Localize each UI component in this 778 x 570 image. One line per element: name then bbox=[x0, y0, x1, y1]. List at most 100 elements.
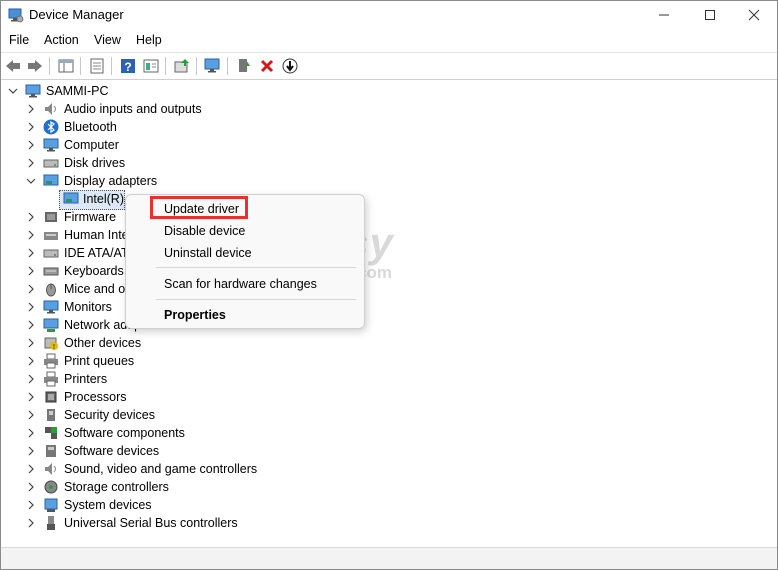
chevron-right-icon[interactable] bbox=[26, 338, 36, 348]
minimize-icon bbox=[659, 14, 669, 16]
tree-item-disk-drives[interactable]: Disk drives bbox=[1, 154, 301, 172]
tree-item-label: System devices bbox=[64, 498, 152, 512]
update-driver-button[interactable] bbox=[172, 56, 192, 76]
tree-item-label: Disk drives bbox=[64, 156, 126, 170]
back-button[interactable] bbox=[3, 56, 23, 76]
context-properties[interactable]: Properties bbox=[164, 308, 226, 322]
chevron-right-icon[interactable] bbox=[26, 518, 36, 528]
tree-item-bluetooth[interactable]: Bluetooth bbox=[1, 118, 301, 136]
menu-bar: File Action View Help bbox=[1, 29, 777, 53]
chevron-right-icon[interactable] bbox=[26, 122, 36, 132]
window-title: Device Manager bbox=[29, 7, 124, 22]
tree-item-sound-video[interactable]: Sound, video and game controllers bbox=[1, 460, 301, 478]
chevron-right-icon[interactable] bbox=[26, 320, 36, 330]
chevron-right-icon[interactable] bbox=[26, 212, 36, 222]
display-adapter-icon bbox=[63, 192, 79, 204]
tree-root[interactable]: SAMMI-PC bbox=[1, 82, 301, 100]
uninstall-button[interactable] bbox=[257, 56, 277, 76]
tree-item-usb-controllers[interactable]: Universal Serial Bus controllers bbox=[1, 514, 301, 532]
view-button[interactable] bbox=[141, 56, 161, 76]
tree-item-label: Bluetooth bbox=[64, 120, 117, 134]
chevron-right-icon[interactable] bbox=[26, 500, 36, 510]
chevron-right-icon[interactable] bbox=[26, 482, 36, 492]
context-separator bbox=[156, 267, 356, 268]
bluetooth-icon bbox=[43, 119, 59, 135]
chevron-right-icon[interactable] bbox=[26, 248, 36, 258]
toolbar-separator bbox=[80, 57, 81, 75]
chevron-right-icon[interactable] bbox=[26, 464, 36, 474]
chevron-right-icon[interactable] bbox=[26, 284, 36, 294]
chevron-down-icon[interactable] bbox=[26, 176, 36, 186]
tree-item-other-devices[interactable]: ! Other devices bbox=[1, 334, 301, 352]
uninstall-icon bbox=[260, 59, 274, 73]
chevron-right-icon[interactable] bbox=[26, 446, 36, 456]
tree-item-software-components[interactable]: Software components bbox=[1, 424, 301, 442]
context-disable-device[interactable]: Disable device bbox=[164, 224, 245, 238]
processor-icon bbox=[45, 391, 57, 403]
tree-item-storage-controllers[interactable]: Storage controllers bbox=[1, 478, 301, 496]
tree-item-label: Sound, video and game controllers bbox=[64, 462, 258, 476]
chevron-right-icon[interactable] bbox=[26, 302, 36, 312]
printer-icon bbox=[44, 371, 58, 387]
tree-item-printers[interactable]: Printers bbox=[1, 370, 301, 388]
hid-icon bbox=[44, 232, 58, 240]
menu-view[interactable]: View bbox=[94, 33, 121, 47]
close-button[interactable] bbox=[731, 1, 777, 29]
toolbar: ? bbox=[1, 53, 777, 80]
menu-action[interactable]: Action bbox=[44, 33, 79, 47]
view-icon bbox=[143, 59, 159, 73]
chevron-right-icon[interactable] bbox=[26, 230, 36, 240]
context-uninstall-device[interactable]: Uninstall device bbox=[164, 246, 252, 260]
tree-item-security[interactable]: Security devices bbox=[1, 406, 301, 424]
title-bar: Device Manager bbox=[1, 1, 777, 29]
firmware-icon bbox=[45, 212, 57, 222]
tree-item-label: Computer bbox=[64, 138, 119, 152]
chevron-right-icon[interactable] bbox=[26, 392, 36, 402]
monitor-icon bbox=[43, 300, 59, 314]
tree-item-label: Storage controllers bbox=[64, 480, 169, 494]
chevron-down-icon[interactable] bbox=[8, 86, 18, 96]
forward-button[interactable] bbox=[25, 56, 45, 76]
minimize-button[interactable] bbox=[641, 1, 687, 29]
svg-text:?: ? bbox=[124, 60, 131, 74]
chevron-right-icon[interactable] bbox=[26, 356, 36, 366]
tree-item-label: Audio inputs and outputs bbox=[64, 102, 202, 116]
enable-device-button[interactable] bbox=[234, 56, 254, 76]
tree-item-display-adapters[interactable]: Display adapters bbox=[1, 172, 301, 190]
menu-help[interactable]: Help bbox=[136, 33, 162, 47]
tree-item-print-queues[interactable]: Print queues bbox=[1, 352, 301, 370]
chevron-right-icon[interactable] bbox=[26, 158, 36, 168]
chevron-right-icon[interactable] bbox=[26, 140, 36, 150]
tree-item-label: Security devices bbox=[64, 408, 156, 422]
maximize-button[interactable] bbox=[687, 1, 733, 29]
menu-file[interactable]: File bbox=[9, 33, 29, 47]
tree-child-label: Intel(R) bbox=[83, 192, 124, 206]
chevron-right-icon[interactable] bbox=[26, 104, 36, 114]
tree-item-system-devices[interactable]: System devices bbox=[1, 496, 301, 514]
ide-controller-icon bbox=[43, 249, 59, 258]
tree-child-intel[interactable]: Intel(R) bbox=[1, 190, 131, 208]
properties-button[interactable] bbox=[87, 56, 107, 76]
tree-item-computer[interactable]: Computer bbox=[1, 136, 301, 154]
properties-icon bbox=[90, 58, 104, 74]
scan-hardware-button[interactable] bbox=[203, 56, 223, 76]
chevron-right-icon[interactable] bbox=[26, 410, 36, 420]
tree-item-audio[interactable]: Audio inputs and outputs bbox=[1, 100, 301, 118]
toolbar-separator bbox=[165, 57, 166, 75]
disk-drive-icon bbox=[43, 159, 59, 168]
chevron-right-icon[interactable] bbox=[26, 374, 36, 384]
show-hide-console-tree-button[interactable] bbox=[56, 56, 76, 76]
context-scan-hardware[interactable]: Scan for hardware changes bbox=[164, 277, 317, 291]
close-icon bbox=[748, 9, 760, 21]
tree-item-processors[interactable]: Processors bbox=[1, 388, 301, 406]
chevron-right-icon[interactable] bbox=[26, 266, 36, 276]
context-menu: Update driver Disable device Uninstall d… bbox=[125, 194, 365, 329]
device-tree: SAMMI-PC Audio inputs and outputs Blueto… bbox=[1, 80, 777, 545]
tree-item-software-devices[interactable]: Software devices bbox=[1, 442, 301, 460]
speaker-icon bbox=[45, 463, 56, 475]
help-button[interactable]: ? bbox=[118, 56, 138, 76]
tree-item-label: Display adapters bbox=[64, 174, 158, 188]
context-update-driver[interactable]: Update driver bbox=[164, 202, 239, 216]
disable-device-button[interactable] bbox=[280, 56, 300, 76]
chevron-right-icon[interactable] bbox=[26, 428, 36, 438]
